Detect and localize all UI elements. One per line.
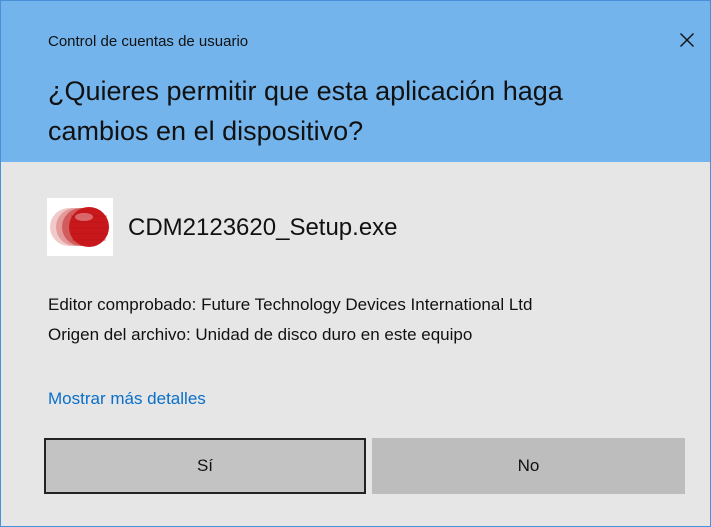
close-button[interactable] <box>667 23 707 57</box>
close-icon <box>680 33 694 47</box>
permission-question: ¿Quieres permitir que esta aplicación ha… <box>48 76 563 146</box>
dialog-body: CDM2123620_Setup.exe Editor comprobado: … <box>1 162 710 526</box>
uac-dialog: Control de cuentas de usuario ¿Quieres p… <box>0 0 711 527</box>
dialog-header: Control de cuentas de usuario ¿Quieres p… <box>1 1 710 162</box>
verified-publisher: Editor comprobado: Future Technology Dev… <box>48 295 533 314</box>
show-more-details-link[interactable]: Mostrar más detalles <box>48 389 206 409</box>
dialog-title: Control de cuentas de usuario <box>48 33 249 50</box>
yes-button[interactable]: Sí <box>44 438 366 494</box>
app-name: CDM2123620_Setup.exe <box>128 214 398 241</box>
no-button[interactable]: No <box>372 438 685 494</box>
file-origin: Origen del archivo: Unidad de disco duro… <box>48 325 473 344</box>
ftdi-app-icon <box>47 198 113 256</box>
